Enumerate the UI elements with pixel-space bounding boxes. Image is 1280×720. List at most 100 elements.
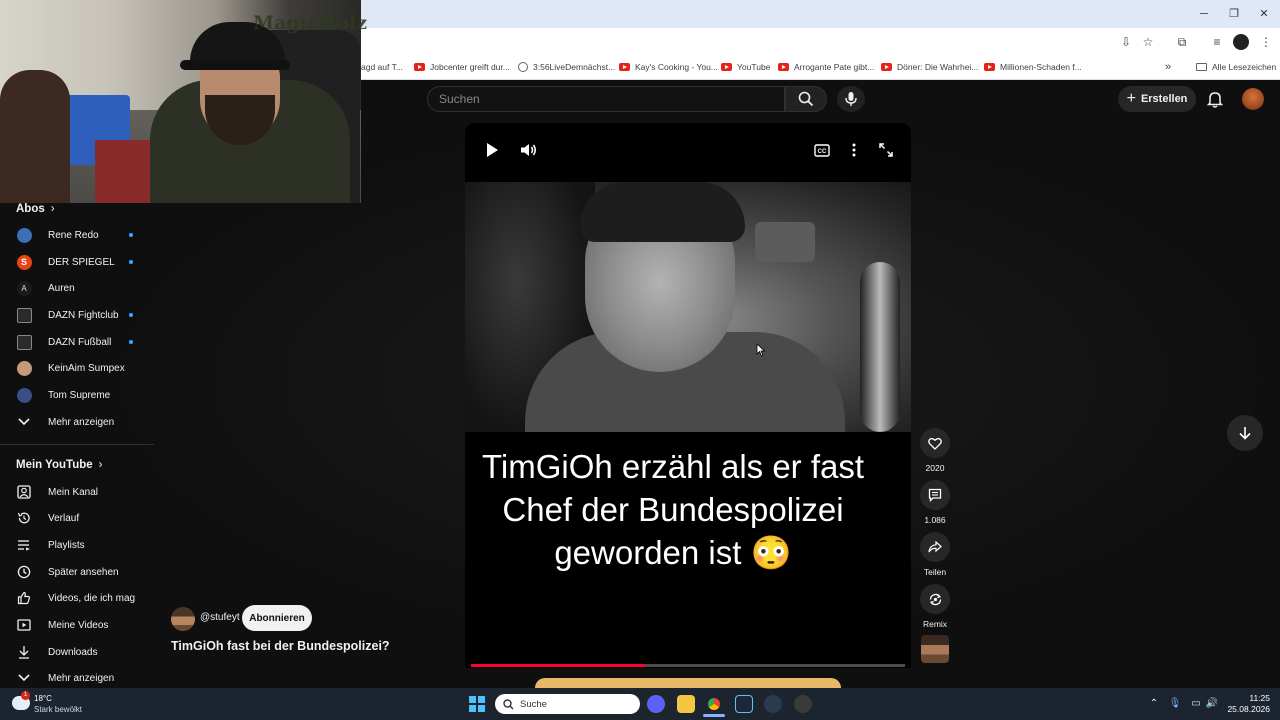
sidebar-item-auren[interactable]: A Auren — [16, 278, 146, 298]
channel-handle[interactable]: @stufeyt — [200, 612, 240, 623]
network-icon[interactable]: ▭ — [1189, 697, 1203, 711]
discord-icon[interactable] — [647, 695, 665, 713]
sidebar-item-liked-videos[interactable]: Videos, die ich mag — [16, 588, 146, 608]
bookmark-item[interactable]: YouTube — [721, 58, 770, 76]
close-icon[interactable]: ✕ — [1256, 6, 1272, 22]
subscribe-button[interactable]: Abonnieren — [242, 605, 312, 631]
bookmark-item[interactable]: 3:56LiveDemnächst... — [518, 58, 615, 76]
steam-icon[interactable] — [735, 695, 753, 713]
download-icon — [16, 644, 32, 660]
obs-icon[interactable] — [794, 695, 812, 713]
show-more-subscriptions[interactable]: Mehr anzeigen — [16, 412, 146, 432]
windows-start-icon[interactable] — [469, 696, 485, 712]
chevron-down-icon — [16, 414, 32, 430]
sidebar-item-downloads[interactable]: Downloads — [16, 642, 146, 662]
webcam-logo: MagicHolz — [253, 12, 368, 34]
sidebar-item-label: DAZN Fightclub — [48, 309, 119, 321]
short-title[interactable]: TimGiOh fast bei der Bundespolizei? — [171, 639, 390, 653]
remix-button[interactable] — [920, 584, 950, 614]
voice-search-button[interactable] — [837, 86, 865, 112]
taskbar-search[interactable]: Suche — [495, 694, 640, 714]
ccleaner-icon[interactable] — [764, 695, 782, 713]
comments-button[interactable] — [920, 480, 950, 510]
sidebar-item-watch-later[interactable]: Später ansehen — [16, 562, 146, 582]
sidebar-item-playlists[interactable]: Playlists — [16, 535, 146, 555]
clock-time[interactable]: 11:25 — [1240, 693, 1270, 703]
show-more-library[interactable]: Mehr anzeigen — [16, 668, 146, 688]
weather-temperature[interactable]: 18°C — [34, 694, 52, 703]
all-bookmarks-button[interactable]: Alle Lesezeichen — [1196, 58, 1276, 76]
more-options-button[interactable] — [844, 140, 864, 160]
next-short-preview[interactable] — [535, 678, 841, 688]
sidebar-item-keinaim-sumpex[interactable]: KeinAim Sumpex — [16, 358, 146, 378]
sidebar-item-my-videos[interactable]: Meine Videos — [16, 615, 146, 635]
account-avatar[interactable] — [1242, 88, 1264, 110]
bookmark-star-icon[interactable]: ☆ — [1140, 34, 1156, 50]
sidebar-item-der-spiegel[interactable]: S DER SPIEGEL — [16, 252, 146, 272]
chevron-right-icon: › — [98, 459, 103, 471]
sidebar-item-dazn-fightclub[interactable]: DAZN Fightclub — [16, 305, 146, 325]
sidebar-item-label: Mehr anzeigen — [48, 672, 115, 684]
fullscreen-button[interactable] — [876, 140, 896, 160]
sound-source-thumbnail[interactable] — [921, 635, 949, 663]
sidebar-item-label: Videos, die ich mag — [48, 592, 136, 604]
sidebar-item-my-channel[interactable]: Mein Kanal — [16, 482, 146, 502]
history-icon — [16, 510, 32, 526]
weather-description[interactable]: Stark bewölkt — [34, 705, 82, 714]
bookmark-item[interactable]: agd auf T... — [361, 58, 403, 76]
channel-avatar — [16, 227, 32, 243]
bookmark-item[interactable]: Arrogante Pate gibt... — [778, 58, 874, 76]
file-explorer-icon[interactable] — [677, 695, 695, 713]
bookmark-item[interactable]: Jobcenter greift dur... — [414, 58, 510, 76]
clock-date[interactable]: 25.08.2026 — [1225, 704, 1270, 714]
youtube-icon — [619, 63, 630, 71]
restore-icon[interactable]: ❐ — [1226, 6, 1242, 22]
new-content-dot — [129, 313, 133, 317]
bookmark-item[interactable]: Millionen-Schaden f... — [984, 58, 1082, 76]
create-button[interactable]: + Erstellen — [1118, 86, 1196, 112]
captions-button[interactable]: CC — [812, 140, 832, 160]
bell-icon — [1207, 92, 1223, 108]
youtube-icon — [414, 63, 425, 71]
next-video-button[interactable] — [1227, 415, 1263, 451]
like-count: 2020 — [925, 463, 945, 473]
search-button[interactable] — [785, 86, 827, 112]
sidebar-item-label: Meine Videos — [48, 619, 109, 631]
sidebar-item-label: KeinAim Sumpex — [48, 362, 125, 374]
subscriptions-heading[interactable]: Abos › — [16, 200, 55, 218]
profile-avatar-icon[interactable] — [1233, 34, 1249, 50]
heart-icon — [928, 437, 942, 450]
notifications-button[interactable] — [1206, 88, 1224, 110]
more-bookmarks-button[interactable]: » — [1165, 58, 1171, 76]
expand-icon — [879, 143, 893, 157]
sidebar-item-tom-supreme[interactable]: Tom Supreme — [16, 385, 146, 405]
sidebar-item-dazn-fussball[interactable]: DAZN Fußball — [16, 332, 146, 352]
microphone-tray-icon[interactable]: 🎙 — [1168, 697, 1182, 711]
chevron-up-icon[interactable]: ⌃ — [1147, 697, 1161, 711]
channel-avatar[interactable] — [171, 607, 195, 631]
volume-button[interactable] — [519, 140, 539, 160]
sidebar-item-rene-redo[interactable]: Rene Redo — [16, 225, 146, 245]
play-button[interactable] — [482, 140, 502, 160]
speaker-icon[interactable]: 🔊 — [1205, 697, 1219, 711]
channel-avatar — [16, 387, 32, 403]
minimize-icon[interactable]: ─ — [1196, 6, 1212, 22]
like-button[interactable] — [920, 428, 950, 458]
channel-avatar — [16, 307, 32, 323]
sidebar-item-label: Mein Kanal — [48, 486, 99, 498]
bookmark-item[interactable]: Kay's Cooking - You... — [619, 58, 718, 76]
install-app-icon[interactable]: ⇩ — [1118, 34, 1134, 50]
menu-dots-icon[interactable]: ⋮ — [1258, 34, 1274, 50]
mouse-cursor — [756, 343, 766, 357]
search-input[interactable]: Suchen — [427, 86, 785, 112]
video-frame[interactable] — [465, 182, 911, 432]
media-control-icon[interactable]: ≡ — [1209, 34, 1225, 50]
bookmark-item[interactable]: Döner: Die Wahrhei... — [881, 58, 978, 76]
sidebar-item-history[interactable]: Verlauf — [16, 508, 146, 528]
extensions-icon[interactable]: ⧉ — [1174, 34, 1190, 50]
share-button[interactable] — [920, 532, 950, 562]
chrome-icon[interactable] — [705, 695, 723, 713]
remix-label: Remix — [922, 619, 948, 629]
my-youtube-heading[interactable]: Mein YouTube › — [16, 456, 103, 474]
active-app-indicator — [703, 714, 725, 717]
